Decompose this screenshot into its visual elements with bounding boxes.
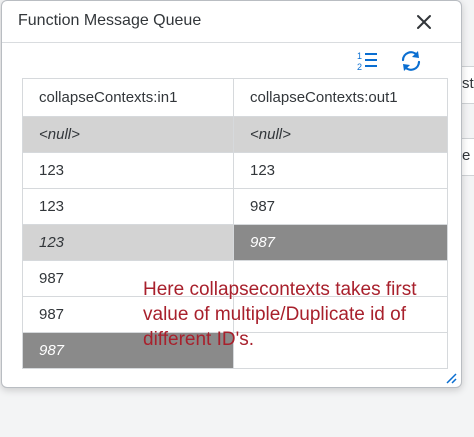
table-row[interactable]: <null> <null> — [22, 116, 448, 153]
refresh-button[interactable] — [398, 49, 424, 73]
table-cell-out1: 987 — [233, 224, 448, 261]
annotation-text: Here collapsecontexts takes first value … — [143, 279, 417, 350]
close-button[interactable] — [411, 9, 437, 35]
dialog-title: Function Message Queue — [18, 12, 202, 29]
column-header-in1[interactable]: collapseContexts:in1 — [22, 78, 234, 117]
column-header-out1[interactable]: collapseContexts:out1 — [233, 78, 448, 117]
resize-handle[interactable] — [445, 371, 457, 384]
table-header-row: collapseContexts:in1 collapseContexts:ou… — [22, 78, 448, 117]
table-row[interactable]: 123 123 — [22, 152, 448, 189]
background-field-text: st — [462, 75, 474, 92]
table-cell-in1: 123 — [22, 188, 234, 225]
table-cell-out1: <null> — [233, 116, 448, 153]
svg-text:1: 1 — [357, 51, 362, 61]
table-cell-out1: 123 — [233, 152, 448, 189]
sort-list-icon: 1 2 — [357, 51, 377, 72]
table-cell-out1: 987 — [233, 188, 448, 225]
dialog-header: Function Message Queue — [2, 1, 461, 43]
function-message-queue-dialog: Function Message Queue 1 2 collapseConte… — [1, 0, 462, 388]
refresh-icon — [401, 51, 421, 71]
background-field-text: e — [462, 147, 471, 164]
close-icon — [417, 15, 431, 29]
resize-grip-icon — [446, 373, 457, 384]
table-row[interactable]: 123 987 — [22, 188, 448, 225]
table-cell-in1: 123 — [22, 224, 234, 261]
table-row[interactable]: 123 987 — [22, 224, 448, 261]
table-cell-in1: <null> — [22, 116, 234, 153]
sort-button[interactable]: 1 2 — [355, 49, 381, 73]
svg-text:2: 2 — [357, 62, 362, 72]
table-cell-in1: 123 — [22, 152, 234, 189]
